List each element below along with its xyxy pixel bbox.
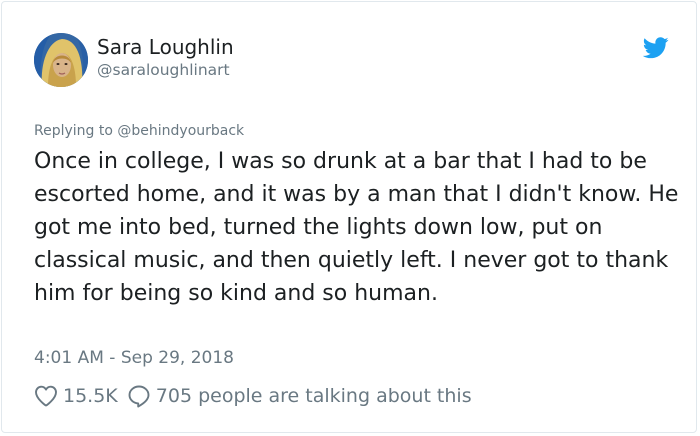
profile-photo xyxy=(34,33,88,87)
conversation-button[interactable]: 705 people are talking about this xyxy=(127,384,472,408)
tweet-card: Sara Loughlin @saraloughlinart Replying … xyxy=(1,1,697,433)
conversation-text: 705 people are talking about this xyxy=(155,385,472,407)
reply-mention-link[interactable]: @behindyourback xyxy=(117,123,244,139)
like-count: 15.5K xyxy=(63,385,118,407)
avatar[interactable] xyxy=(34,33,88,87)
twitter-bird-icon[interactable] xyxy=(642,37,669,59)
tweet-text: Once in college, I was so drunk at a bar… xyxy=(34,149,679,306)
author-name[interactable]: Sara Loughlin xyxy=(97,34,234,60)
like-button[interactable]: 15.5K xyxy=(34,385,118,407)
replying-to: Replying to @behindyourback xyxy=(34,121,244,141)
heart-icon xyxy=(35,385,57,407)
tweet-timestamp[interactable]: 4:01 AM - Sep 29, 2018 xyxy=(34,346,234,370)
tweet-actions: 15.5K 705 people are talking about this xyxy=(34,382,472,410)
speech-bubble-icon xyxy=(128,385,150,408)
reply-prefix: Replying to xyxy=(34,123,118,139)
author-handle[interactable]: @saraloughlinart xyxy=(97,60,230,80)
